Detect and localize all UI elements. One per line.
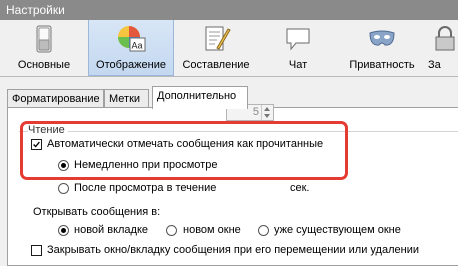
toolbar-item-label: Отображение (96, 59, 166, 71)
open-messages-label: Открывать сообщения в: (33, 206, 161, 218)
open-in-new-window-radio[interactable] (166, 225, 177, 236)
compose-icon (205, 26, 231, 51)
open-in-new-window-label[interactable]: новом окне (183, 224, 241, 236)
annotation-highlight (20, 121, 348, 180)
toolbar-item-general[interactable]: Основные (0, 20, 88, 76)
tab-advanced[interactable]: Дополнительно (152, 86, 248, 109)
close-on-move-label[interactable]: Закрывать окно/вкладку сообщения при его… (47, 244, 419, 256)
display-icon: Aa (118, 26, 146, 52)
toolbar-item-label: Чат (288, 59, 308, 71)
mask-icon (369, 30, 395, 46)
delay-unit-label: сек. (290, 182, 310, 194)
toolbar-item-label: За (428, 59, 441, 71)
chat-icon (286, 28, 310, 51)
open-in-new-tab-label[interactable]: новой вкладке (74, 224, 148, 236)
lock-icon (435, 26, 455, 51)
mark-after-delay-label[interactable]: После просмотра в течение (74, 182, 216, 194)
open-in-new-tab-radio[interactable] (58, 225, 69, 236)
toolbar-item-label: Составление (182, 59, 250, 71)
toolbar-item-label: Основные (17, 59, 71, 71)
mark-after-delay-radio[interactable] (58, 183, 69, 194)
window-title: Настройки (0, 0, 458, 20)
tab-formatting[interactable]: Форматирование (7, 89, 104, 107)
toolbar-item-compose[interactable]: Составление (174, 20, 258, 76)
toolbar-item-privacy[interactable]: Приватность (338, 20, 426, 76)
chevron-down-icon[interactable] (264, 114, 270, 118)
delay-seconds-value: 5 (252, 106, 259, 118)
toolbar-item-security[interactable]: За (426, 20, 458, 76)
open-in-existing-window-label[interactable]: уже существующем окне (274, 224, 401, 236)
toolbar-item-display[interactable]: Aa Отображение (88, 20, 174, 76)
open-in-existing-window-radio[interactable] (258, 225, 269, 236)
toolbar-item-chat[interactable]: Чат (258, 20, 338, 76)
close-on-move-checkbox[interactable] (31, 245, 42, 256)
switch-icon (36, 25, 52, 53)
tab-tags[interactable]: Метки (104, 89, 149, 107)
chevron-up-icon[interactable] (264, 107, 270, 111)
toolbar-item-label: Приватность (349, 59, 415, 71)
svg-text:Aa: Aa (132, 41, 143, 51)
stepper-buttons[interactable] (261, 105, 273, 120)
preferences-toolbar: Основные Aa Отображение Составление Чат (0, 20, 458, 77)
